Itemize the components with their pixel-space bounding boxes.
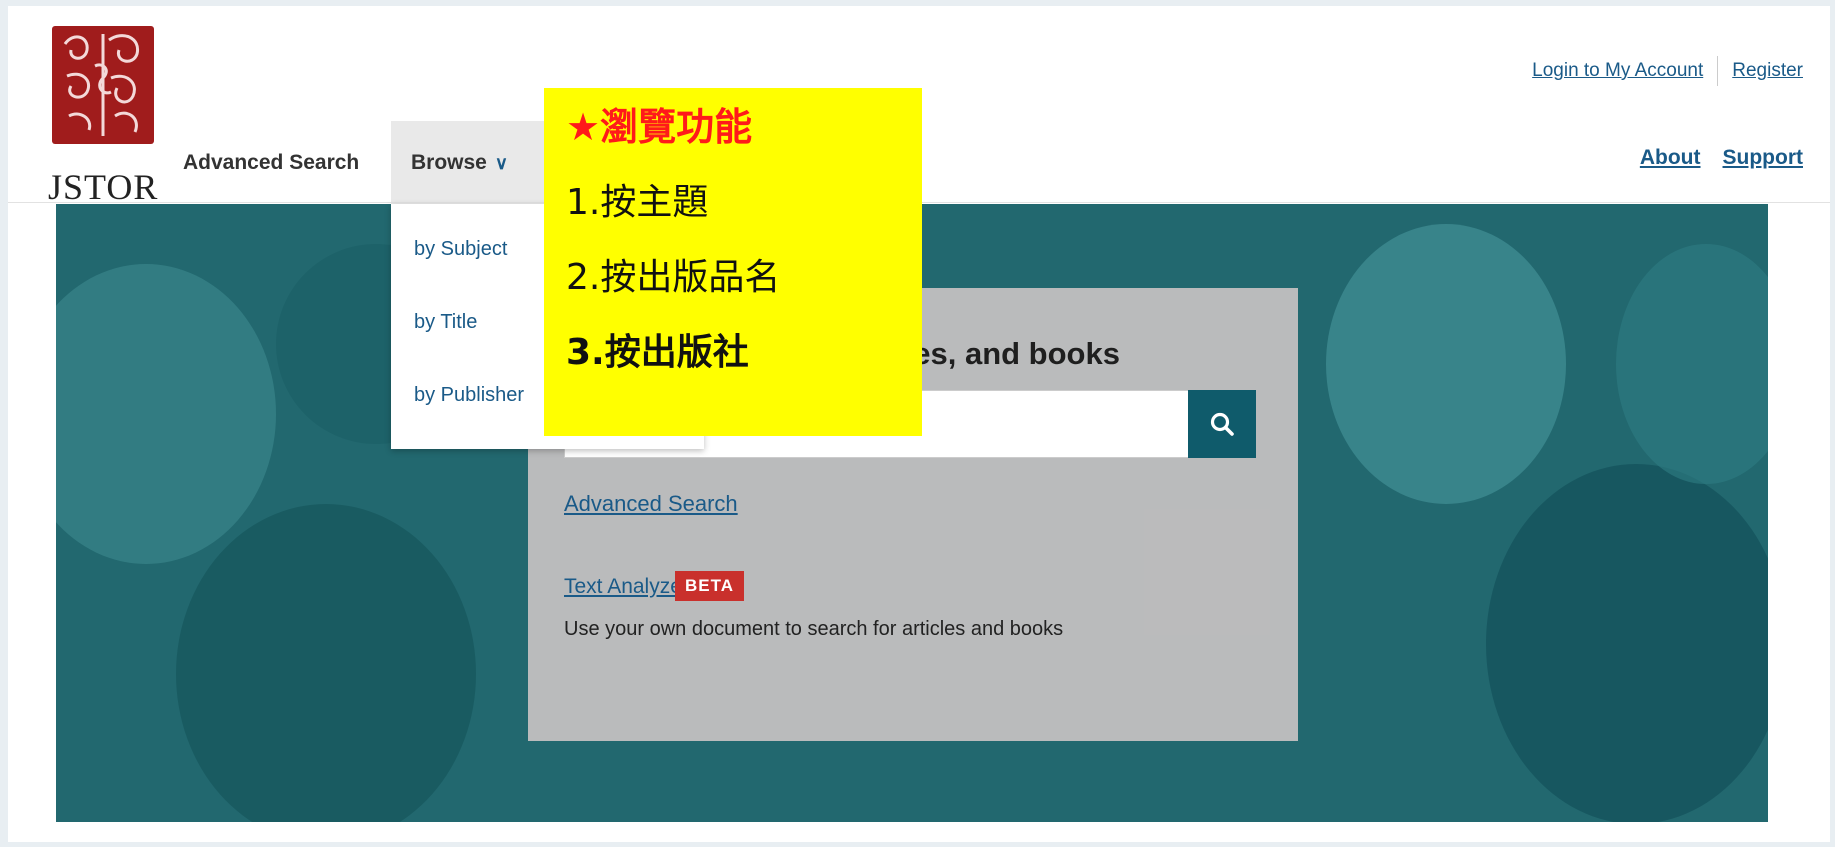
divider <box>1717 56 1719 86</box>
hero-background-figure <box>56 264 276 564</box>
page: JSTOR Advanced Search Browse ∨ Login to M… <box>8 6 1830 842</box>
text-analyzer-link[interactable]: Text Analyzer <box>564 575 689 599</box>
nav-browse-label: Browse <box>411 151 487 174</box>
chevron-down-icon: ∨ <box>494 153 509 173</box>
annotation-line: 1.按主題 <box>566 182 709 223</box>
hero-background-figure <box>176 504 476 822</box>
beta-badge: BETA <box>675 571 745 601</box>
login-link[interactable]: Login to My Account <box>1532 60 1703 81</box>
search-heading: ces, and books <box>896 336 1120 371</box>
about-link[interactable]: About <box>1640 146 1701 169</box>
annotation-line: 2.按出版品名 <box>566 257 781 298</box>
register-link[interactable]: Register <box>1732 60 1803 81</box>
secondary-nav: About Support <box>1618 146 1803 170</box>
annotation-line: 3.按出版社 <box>566 332 749 373</box>
hero-background-figure <box>1326 224 1566 504</box>
nav-advanced-search[interactable]: Advanced Search <box>183 151 359 175</box>
jstor-logo[interactable]: JSTOR <box>48 26 158 207</box>
browse-by-title[interactable]: by Title <box>414 311 477 334</box>
nav-browse-menu[interactable]: Browse ∨ <box>391 121 546 204</box>
support-link[interactable]: Support <box>1723 146 1803 169</box>
annotation-title: ★瀏覽功能 <box>566 105 753 149</box>
annotation-callout: ★瀏覽功能 1.按主題 2.按出版品名 3.按出版社 <box>544 88 922 436</box>
browse-by-publisher[interactable]: by Publisher <box>414 384 524 407</box>
logo-emblem-icon <box>52 26 154 144</box>
browse-by-subject[interactable]: by Subject <box>414 238 507 261</box>
account-links: Login to My Account Register <box>1532 56 1803 86</box>
text-analyzer-description: Use your own document to search for arti… <box>564 618 1064 640</box>
search-button[interactable] <box>1188 390 1256 458</box>
hero-background-figure <box>1486 464 1768 822</box>
advanced-search-link[interactable]: Advanced Search <box>564 491 738 517</box>
search-icon <box>1210 412 1234 436</box>
hero-background-figure <box>1616 244 1768 484</box>
